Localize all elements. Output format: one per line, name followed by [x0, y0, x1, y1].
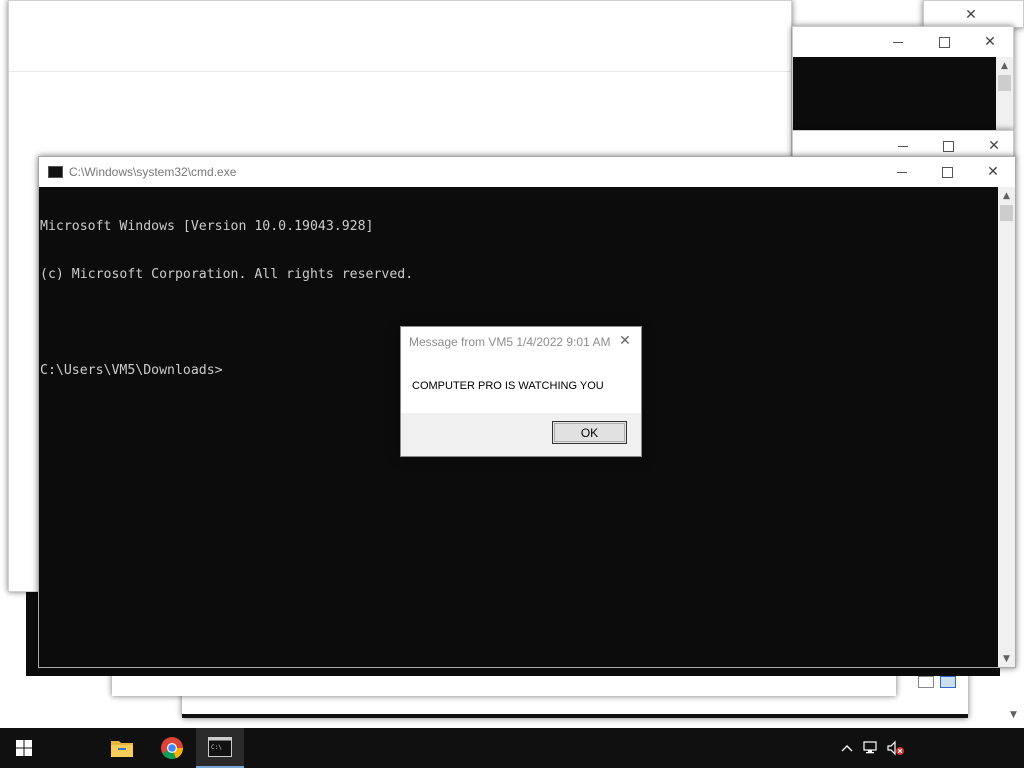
file-explorer-icon — [111, 741, 133, 757]
command-prompt-icon: C:\ — [208, 737, 232, 757]
scroll-down-icon[interactable]: ▼ — [998, 650, 1015, 667]
details-view-icon[interactable] — [918, 676, 934, 688]
maximize-icon[interactable] — [924, 157, 970, 187]
large-icons-view-icon[interactable] — [940, 676, 956, 688]
taskbar-chrome[interactable] — [148, 728, 196, 768]
ok-button[interactable]: OK — [552, 421, 627, 444]
scroll-thumb[interactable] — [1000, 205, 1013, 221]
console-area — [793, 57, 997, 131]
console-line: Microsoft Windows [Version 10.0.19043.92… — [40, 219, 374, 234]
minimize-icon[interactable] — [879, 157, 925, 187]
cmd-titlebar[interactable]: C:\Windows\system32\cmd.exe — [39, 157, 1015, 187]
close-icon[interactable] — [948, 1, 994, 29]
background-window-top-right — [923, 0, 1024, 28]
maximize-icon[interactable] — [921, 27, 967, 57]
svg-text:C:\: C:\ — [211, 744, 222, 751]
scrollbar[interactable]: ▲ ▼ — [998, 187, 1015, 667]
network-disconnected-icon[interactable] — [859, 728, 883, 768]
windows-logo-icon — [16, 740, 32, 756]
dialog-title: Message from VM5 1/4/2022 9:01 AM — [409, 335, 611, 349]
start-button[interactable] — [0, 728, 48, 768]
scroll-up-icon[interactable]: ▲ — [996, 57, 1013, 74]
taskbar-command-prompt[interactable]: C:\ — [196, 728, 244, 768]
scroll-thumb[interactable] — [998, 75, 1011, 91]
cmd-window-title: C:\Windows\system32\cmd.exe — [69, 165, 237, 179]
scroll-up-icon[interactable]: ▲ — [998, 187, 1015, 204]
console-line: (c) Microsoft Corporation. All rights re… — [40, 267, 414, 282]
taskbar: C:\ — [0, 728, 1024, 768]
dialog-footer: OK — [401, 413, 641, 456]
close-icon[interactable] — [970, 157, 1016, 187]
volume-muted-icon[interactable] — [884, 728, 908, 768]
dialog-message: COMPUTER PRO IS WATCHING YOU — [412, 380, 604, 392]
close-icon[interactable] — [967, 27, 1013, 57]
scroll-down-icon[interactable]: ▼ — [1010, 710, 1017, 720]
show-hidden-icons-chevron[interactable] — [835, 728, 859, 768]
chrome-icon — [161, 737, 184, 760]
minimize-icon[interactable] — [875, 27, 921, 57]
scrollbar[interactable]: ▲ — [996, 57, 1013, 131]
background-console-window: ▲ — [792, 26, 1014, 131]
message-dialog: Message from VM5 1/4/2022 9:01 AM ✕ COMP… — [400, 326, 642, 457]
close-icon[interactable]: ✕ — [615, 331, 635, 351]
taskbar-file-explorer[interactable] — [98, 728, 146, 768]
cmd-app-icon — [48, 166, 63, 178]
